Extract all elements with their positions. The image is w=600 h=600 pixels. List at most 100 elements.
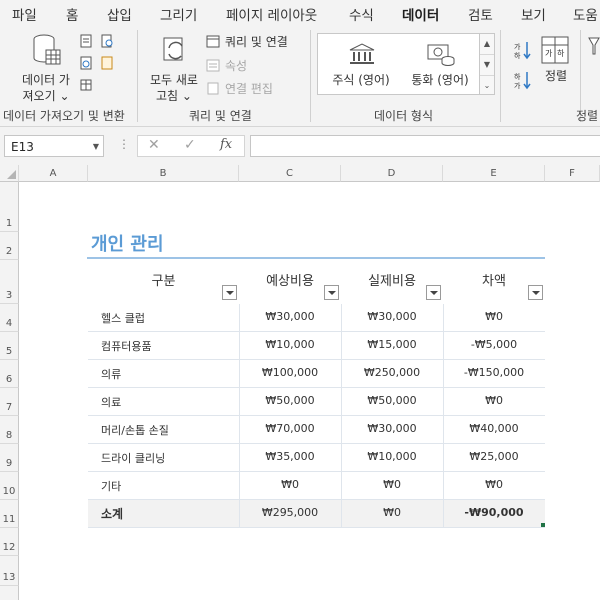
cell-difference[interactable]: ₩25,000	[443, 450, 545, 463]
row-header[interactable]: 13	[0, 556, 19, 586]
column-header-b[interactable]: B	[88, 165, 239, 182]
tab-data[interactable]: 데이터	[402, 4, 440, 29]
header-category[interactable]: 구분	[88, 270, 239, 289]
get-data-button[interactable]: 데이터 가 져오기 ⌄	[14, 32, 78, 103]
cell-category[interactable]: 의류	[101, 366, 121, 382]
svg-text:하: 하	[557, 48, 565, 58]
sort-button[interactable]: 가하 정렬	[538, 34, 574, 94]
cell-total-difference[interactable]: -₩90,000	[443, 506, 545, 519]
from-table-icon[interactable]	[80, 78, 92, 92]
from-text-icon[interactable]	[80, 34, 92, 48]
existing-connections-icon[interactable]	[101, 56, 113, 70]
tab-home[interactable]: 홈	[66, 4, 78, 24]
cell-actual[interactable]: ₩30,000	[341, 310, 443, 323]
row-header[interactable]: 8	[0, 416, 19, 444]
cell-category[interactable]: 헬스 클럽	[101, 310, 145, 326]
cell-difference[interactable]: ₩0	[443, 478, 545, 491]
cell-expected[interactable]: ₩35,000	[239, 450, 341, 463]
edit-links-label: 연결 편집	[225, 82, 273, 96]
chevron-down-icon[interactable]: ▼	[93, 136, 99, 158]
sheet-title[interactable]: 개인 관리	[91, 230, 164, 256]
stocks-data-type[interactable]: 주식 (영어)	[322, 36, 400, 92]
cell-category[interactable]: 머리/손톱 손질	[101, 422, 169, 438]
tab-help[interactable]: 도움	[573, 4, 598, 24]
ribbon-tab-bar: 파일 홈 삽입 그리기 페이지 레이아웃 수식 데이터 검토 보기 도움	[0, 0, 600, 29]
cell-actual[interactable]: ₩50,000	[341, 394, 443, 407]
cell-actual[interactable]: ₩30,000	[341, 422, 443, 435]
formula-input[interactable]	[250, 135, 600, 157]
column-header-a[interactable]: A	[19, 165, 88, 182]
filter-dropdown-button[interactable]	[324, 285, 339, 300]
row-header[interactable]: 3	[0, 260, 19, 304]
row-header[interactable]: 7	[0, 388, 19, 416]
tab-view[interactable]: 보기	[521, 4, 546, 24]
name-box[interactable]: E13 ▼	[4, 135, 104, 157]
refresh-all-button[interactable]: 모두 새로 고침 ⌄	[144, 32, 204, 103]
recent-sources-icon[interactable]	[101, 34, 113, 48]
row-header[interactable]: 1	[0, 182, 19, 232]
gallery-scroll-up[interactable]: ▲	[480, 34, 494, 55]
cell-actual[interactable]: ₩15,000	[341, 338, 443, 351]
tab-page-layout[interactable]: 페이지 레이아웃	[226, 4, 317, 24]
row-header[interactable]: 11	[0, 500, 19, 528]
tab-formulas[interactable]: 수식	[349, 4, 374, 24]
svg-text:가: 가	[514, 81, 521, 90]
cell-expected[interactable]: ₩0	[239, 478, 341, 491]
svg-text:하: 하	[514, 51, 521, 60]
row-header[interactable]: 6	[0, 360, 19, 388]
get-data-label-1: 데이터 가	[22, 73, 70, 87]
column-header-d[interactable]: D	[341, 165, 443, 182]
cell-category[interactable]: 의료	[101, 394, 121, 410]
tab-review[interactable]: 검토	[468, 4, 493, 24]
cell-total-expected[interactable]: ₩295,000	[239, 506, 341, 519]
cell-actual[interactable]: ₩250,000	[341, 366, 443, 379]
filter-dropdown-button[interactable]	[426, 285, 441, 300]
row-header[interactable]: 2	[0, 232, 19, 260]
cell-difference[interactable]: ₩0	[443, 394, 545, 407]
cell-difference[interactable]: -₩150,000	[443, 366, 545, 379]
cell-category[interactable]: 드라이 클리닝	[101, 450, 165, 466]
row-header[interactable]	[0, 586, 19, 600]
cell-actual[interactable]: ₩10,000	[341, 450, 443, 463]
sort-descending-button[interactable]: 하가	[514, 70, 532, 90]
row-header[interactable]: 12	[0, 528, 19, 556]
row-header[interactable]: 5	[0, 332, 19, 360]
cell-expected[interactable]: ₩70,000	[239, 422, 341, 435]
filter-icon[interactable]	[588, 36, 600, 60]
from-web-icon[interactable]	[80, 56, 92, 70]
column-header-c[interactable]: C	[239, 165, 341, 182]
column-header-e[interactable]: E	[443, 165, 545, 182]
properties-icon	[206, 59, 220, 72]
cell-category[interactable]: 기타	[101, 478, 121, 494]
cell-actual[interactable]: ₩0	[341, 478, 443, 491]
cancel-icon[interactable]: ✕	[148, 137, 160, 153]
tab-draw[interactable]: 그리기	[160, 4, 197, 24]
tab-insert[interactable]: 삽입	[107, 4, 132, 24]
table-resize-handle[interactable]	[541, 523, 545, 527]
cell-expected[interactable]: ₩50,000	[239, 394, 341, 407]
tab-file[interactable]: 파일	[12, 4, 37, 24]
cell-total-label[interactable]: 소계	[101, 505, 123, 522]
row-header[interactable]: 4	[0, 304, 19, 332]
more-options-icon[interactable]: ⋮	[118, 137, 130, 151]
select-all-corner[interactable]	[0, 165, 19, 182]
gallery-scroll-down[interactable]: ▼	[480, 55, 494, 76]
cell-expected[interactable]: ₩30,000	[239, 310, 341, 323]
filter-dropdown-button[interactable]	[528, 285, 543, 300]
cell-total-actual[interactable]: ₩0	[341, 506, 443, 519]
currency-data-type[interactable]: 통화 (영어)	[402, 36, 478, 92]
cell-expected[interactable]: ₩10,000	[239, 338, 341, 351]
cell-difference[interactable]: ₩0	[443, 310, 545, 323]
cell-difference[interactable]: -₩5,000	[443, 338, 545, 351]
enter-icon[interactable]: ✓	[184, 137, 196, 153]
row-header[interactable]: 9	[0, 444, 19, 472]
gallery-expand[interactable]: ⌄	[480, 76, 494, 96]
filter-dropdown-button[interactable]	[222, 285, 237, 300]
cell-difference[interactable]: ₩40,000	[443, 422, 545, 435]
column-header-f[interactable]: F	[545, 165, 600, 182]
cell-category[interactable]: 컴퓨터용품	[101, 338, 152, 354]
row-header[interactable]: 10	[0, 472, 19, 500]
sort-ascending-button[interactable]: 가하	[514, 40, 532, 60]
cell-expected[interactable]: ₩100,000	[239, 366, 341, 379]
insert-function-icon[interactable]: fx	[220, 137, 232, 152]
